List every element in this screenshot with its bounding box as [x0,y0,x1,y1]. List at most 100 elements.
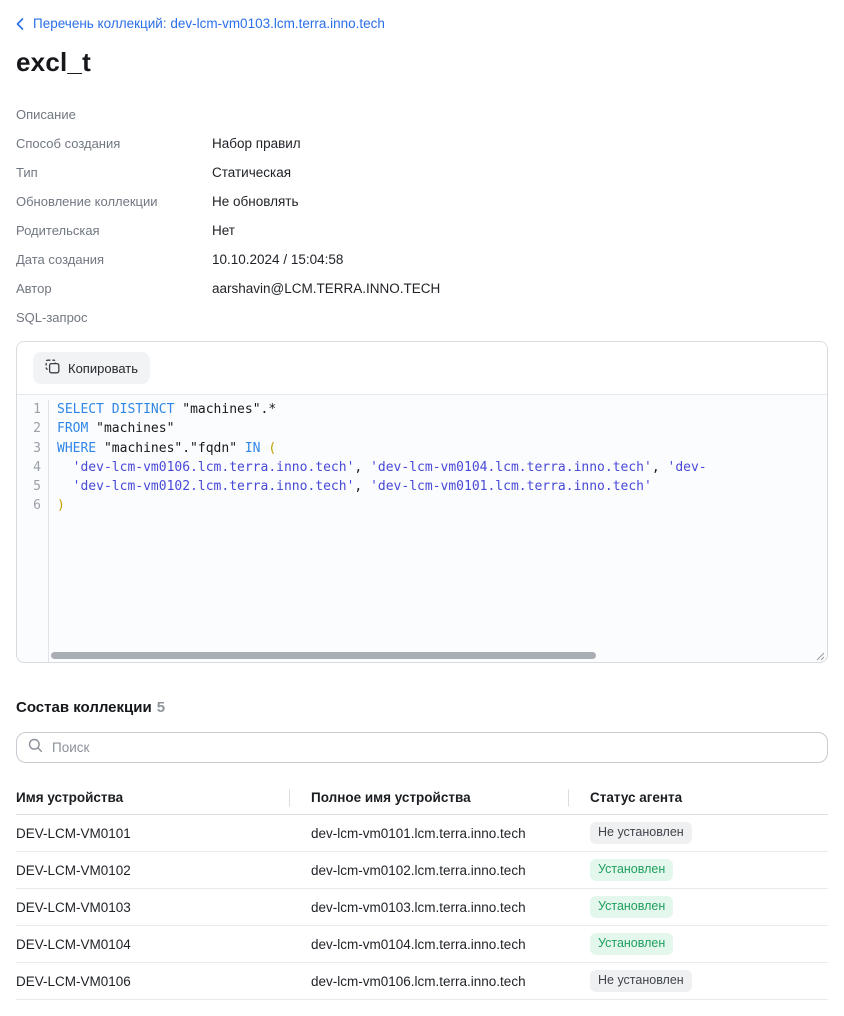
code-token [104,402,112,417]
code-line: 'dev-lcm-vm0106.lcm.terra.inno.tech', 'd… [57,458,827,477]
chevron-left-icon [16,18,24,30]
detail-value: aarshavin@LCM.TERRA.INNO.TECH [212,281,440,296]
code-line: ) [57,496,827,515]
detail-row: Способ созданияНабор правил [16,129,828,158]
search-box[interactable] [16,732,828,763]
table-row: DEV-LCM-VM0106dev-lcm-vm0106.lcm.terra.i… [16,963,828,1000]
code-token: DISTINCT [112,402,175,417]
device-fqdn-cell: dev-lcm-vm0104.lcm.terra.inno.tech [289,937,568,952]
device-name-cell: DEV-LCM-VM0103 [16,900,289,915]
code-token: 'dev-lcm-vm0106.lcm.terra.inno.tech' [73,460,355,475]
sql-code-lines: SELECT DISTINCT "machines".* FROM "machin… [49,400,827,663]
line-number: 6 [17,496,41,515]
code-token [57,460,73,475]
detail-row: РодительскаяНет [16,216,828,245]
horizontal-scrollbar-thumb[interactable] [51,652,596,659]
collection-detail-page: Перечень коллекций: dev-lcm-vm0103.lcm.t… [0,0,844,1016]
device-fqdn-cell: dev-lcm-vm0103.lcm.terra.inno.tech [289,900,568,915]
table-row: DEV-LCM-VM0103dev-lcm-vm0103.lcm.terra.i… [16,889,828,926]
detail-label: Обновление коллекции [16,194,212,209]
code-token: , [354,460,370,475]
device-table: Имя устройства Полное имя устройства Ста… [16,781,828,1000]
agent-status-cell: Не установлен [568,970,828,992]
device-name-cell: DEV-LCM-VM0106 [16,974,289,989]
copy-icon [45,359,60,377]
copy-button[interactable]: Копировать [33,352,150,384]
sql-toolbar: Копировать [17,342,827,395]
search-icon [28,738,43,758]
column-header-device-name: Имя устройства [16,790,289,805]
code-token: "machines" [88,421,174,436]
code-token [57,479,73,494]
detail-label: SQL-запрос [16,310,212,325]
code-token: ( [268,441,276,456]
sql-query-panel: Копировать 123456 SELECT DISTINCT "machi… [16,341,828,663]
line-number-gutter: 123456 [17,400,49,663]
column-header-fqdn: Полное имя устройства [289,790,568,805]
collection-members-count: 5 [157,699,165,716]
detail-value: Нет [212,223,235,238]
agent-status-cell: Установлен [568,933,828,955]
detail-row: ТипСтатическая [16,158,828,187]
code-line: 'dev-lcm-vm0102.lcm.terra.inno.tech', 'd… [57,477,827,496]
code-token: 'dev-lcm-vm0101.lcm.terra.inno.tech' [370,479,652,494]
code-token: , [354,479,370,494]
resize-grip-icon[interactable] [814,648,825,663]
detail-value: Не обновлять [212,194,298,209]
sql-code-editor: 123456 SELECT DISTINCT "machines".* FROM … [17,395,827,663]
line-number: 3 [17,439,41,458]
code-token: SELECT [57,402,104,417]
table-body: DEV-LCM-VM0101dev-lcm-vm0101.lcm.terra.i… [16,815,828,1000]
device-fqdn-cell: dev-lcm-vm0102.lcm.terra.inno.tech [289,863,568,878]
agent-status-cell: Установлен [568,859,828,881]
detail-value: Набор правил [212,136,301,151]
code-line: FROM "machines" [57,419,827,438]
device-name-cell: DEV-LCM-VM0102 [16,863,289,878]
table-header-row: Имя устройства Полное имя устройства Ста… [16,781,828,815]
agent-status-cell: Установлен [568,896,828,918]
code-token: "machines"."fqdn" [96,441,245,456]
line-number: 1 [17,400,41,419]
detail-value: 10.10.2024 / 15:04:58 [212,252,343,267]
page-title: excl_t [16,47,828,78]
column-header-agent-status: Статус агента [568,790,828,805]
code-token: 'dev-lcm-vm0104.lcm.terra.inno.tech' [370,460,652,475]
detail-row: Авторaarshavin@LCM.TERRA.INNO.TECH [16,274,828,303]
code-token: FROM [57,421,88,436]
detail-value: Статическая [212,165,291,180]
device-fqdn-cell: dev-lcm-vm0101.lcm.terra.inno.tech [289,826,568,841]
status-badge: Не установлен [590,970,692,992]
search-input[interactable] [52,740,816,755]
line-number: 2 [17,419,41,438]
device-fqdn-cell: dev-lcm-vm0106.lcm.terra.inno.tech [289,974,568,989]
code-token: "machines".* [174,402,276,417]
detail-row: Описание [16,100,828,129]
detail-label: Тип [16,165,212,180]
code-line: WHERE "machines"."fqdn" IN ( [57,439,827,458]
status-badge: Установлен [590,896,673,918]
details-list: ОписаниеСпособ созданияНабор правилТипСт… [16,100,828,332]
device-name-cell: DEV-LCM-VM0104 [16,937,289,952]
collection-members-heading: Состав коллекции 5 [16,699,828,716]
detail-row: Дата создания10.10.2024 / 15:04:58 [16,245,828,274]
code-token: WHERE [57,441,96,456]
detail-label: Способ создания [16,136,212,151]
detail-label: Родительская [16,223,212,238]
agent-status-cell: Не установлен [568,822,828,844]
code-token: 'dev- [668,460,707,475]
detail-label: Дата создания [16,252,212,267]
breadcrumb-back-link[interactable]: Перечень коллекций: dev-lcm-vm0103.lcm.t… [16,16,385,31]
breadcrumb-label[interactable]: Перечень коллекций: dev-lcm-vm0103.lcm.t… [33,16,385,31]
table-row: DEV-LCM-VM0102dev-lcm-vm0102.lcm.terra.i… [16,852,828,889]
device-name-cell: DEV-LCM-VM0101 [16,826,289,841]
line-number: 4 [17,458,41,477]
code-token: , [652,460,668,475]
table-row: DEV-LCM-VM0104dev-lcm-vm0104.lcm.terra.i… [16,926,828,963]
collection-members-title: Состав коллекции [16,699,152,716]
detail-row: SQL-запрос [16,303,828,332]
code-token: 'dev-lcm-vm0102.lcm.terra.inno.tech' [73,479,355,494]
status-badge: Не установлен [590,822,692,844]
table-row: DEV-LCM-VM0101dev-lcm-vm0101.lcm.terra.i… [16,815,828,852]
copy-button-label: Копировать [68,361,138,376]
detail-label: Описание [16,107,212,122]
